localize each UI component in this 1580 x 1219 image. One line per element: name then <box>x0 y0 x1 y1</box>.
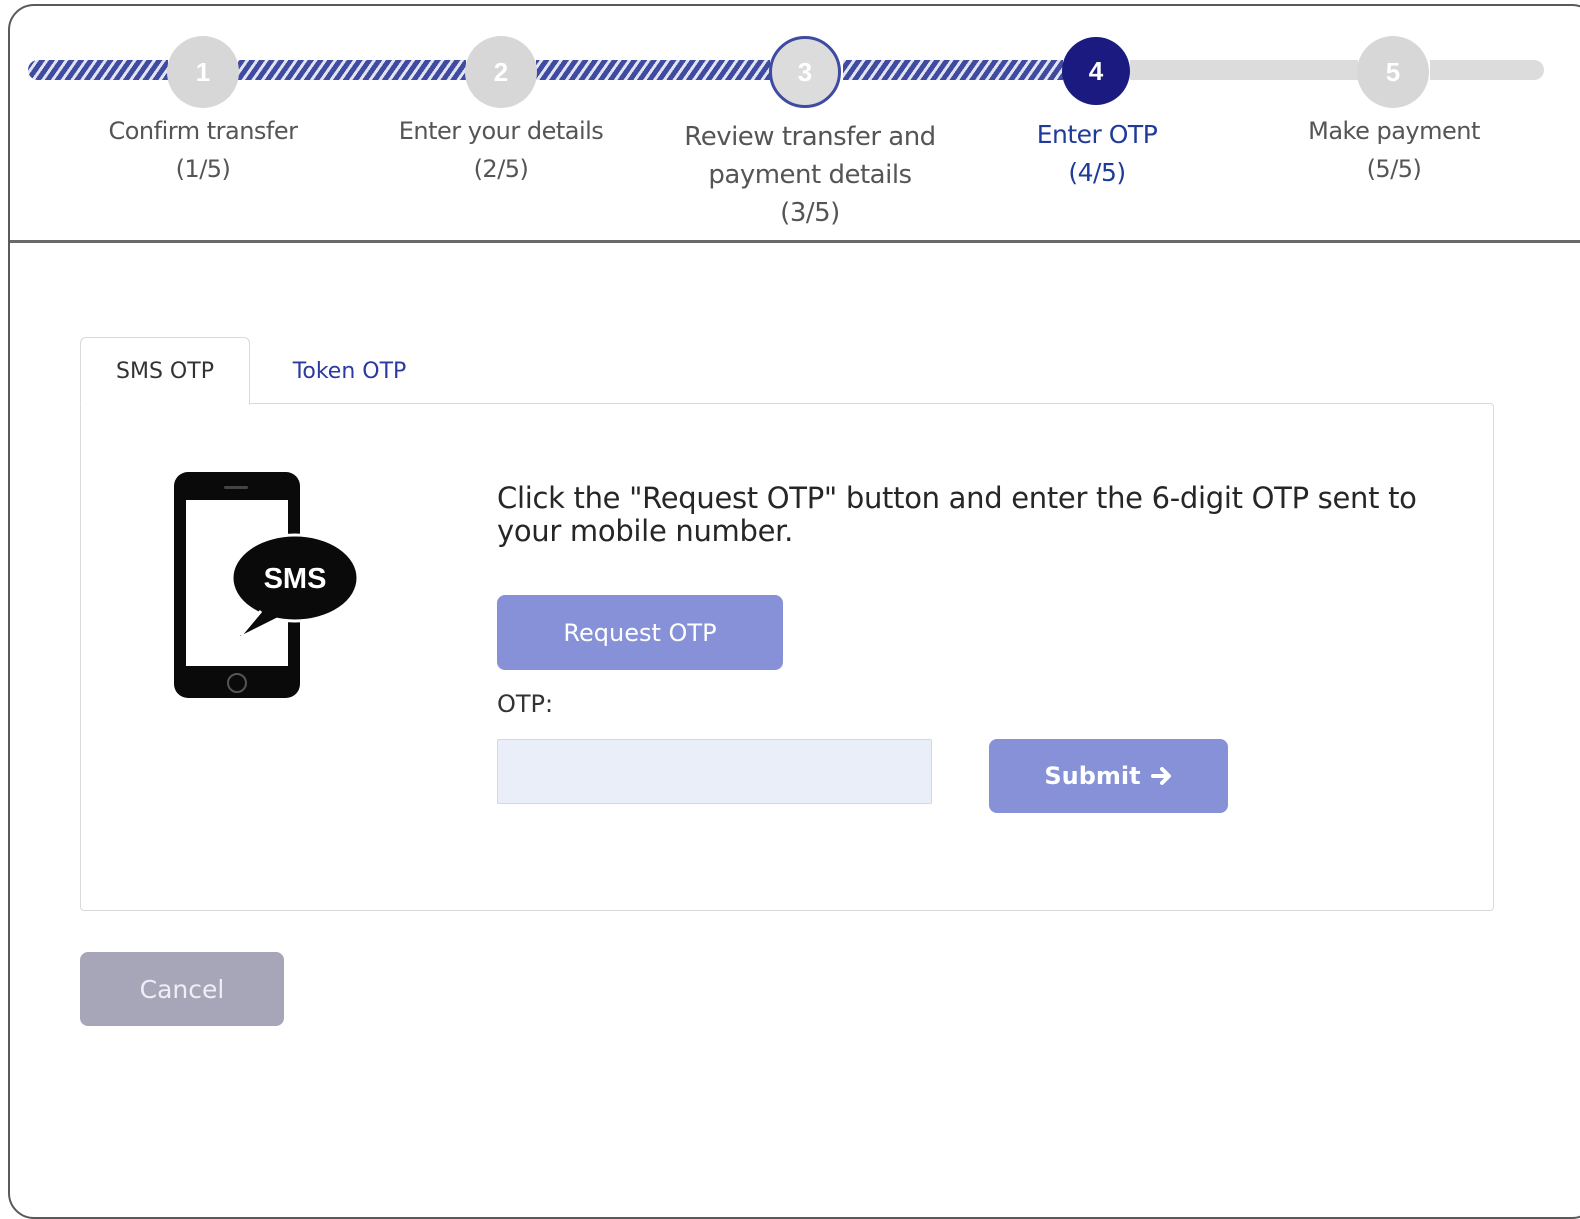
sms-phone-icon: SMS <box>174 472 360 698</box>
svg-text:SMS: SMS <box>264 563 327 595</box>
tab-sms-otp[interactable]: SMS OTP <box>80 337 250 405</box>
step-3-label: Review transfer and payment details (3/5… <box>684 122 936 228</box>
step-5-label: Make payment (5/5) <box>1308 117 1480 183</box>
step-2-circle: 2 <box>465 36 537 108</box>
otp-label: OTP: <box>497 690 554 718</box>
step-5-circle: 5 <box>1357 36 1429 108</box>
step-2-label: Enter your details (2/5) <box>398 117 604 183</box>
submit-button[interactable]: Submit <box>989 739 1228 813</box>
otp-input[interactable] <box>497 739 932 804</box>
stepper-divider <box>10 240 1580 243</box>
step-3-circle: 3 <box>769 36 841 108</box>
tab-sms-otp-label: SMS OTP <box>116 358 214 384</box>
step-4-label: Enter OTP (4/5) <box>1036 120 1158 187</box>
otp-instruction-text: Click the "Request OTP" button and enter… <box>497 481 1417 548</box>
progress-track-3 <box>536 60 770 80</box>
progress-track-5 <box>1130 60 1358 80</box>
progress-track-1 <box>28 60 168 80</box>
tab-token-otp[interactable]: Token OTP <box>262 337 437 405</box>
progress-track-2 <box>238 60 466 80</box>
request-otp-button[interactable]: Request OTP <box>497 595 783 670</box>
tab-token-otp-label: Token OTP <box>292 358 407 384</box>
cancel-button[interactable]: Cancel <box>80 952 284 1026</box>
step-1-circle: 1 <box>167 36 239 108</box>
step-4-circle: 4 <box>1062 37 1130 105</box>
progress-track-4 <box>843 60 1063 80</box>
progress-track-6 <box>1430 60 1544 80</box>
submit-label: Submit <box>1044 762 1141 790</box>
step-1-label: Confirm transfer (1/5) <box>108 117 298 183</box>
arrow-right-icon <box>1150 767 1171 785</box>
